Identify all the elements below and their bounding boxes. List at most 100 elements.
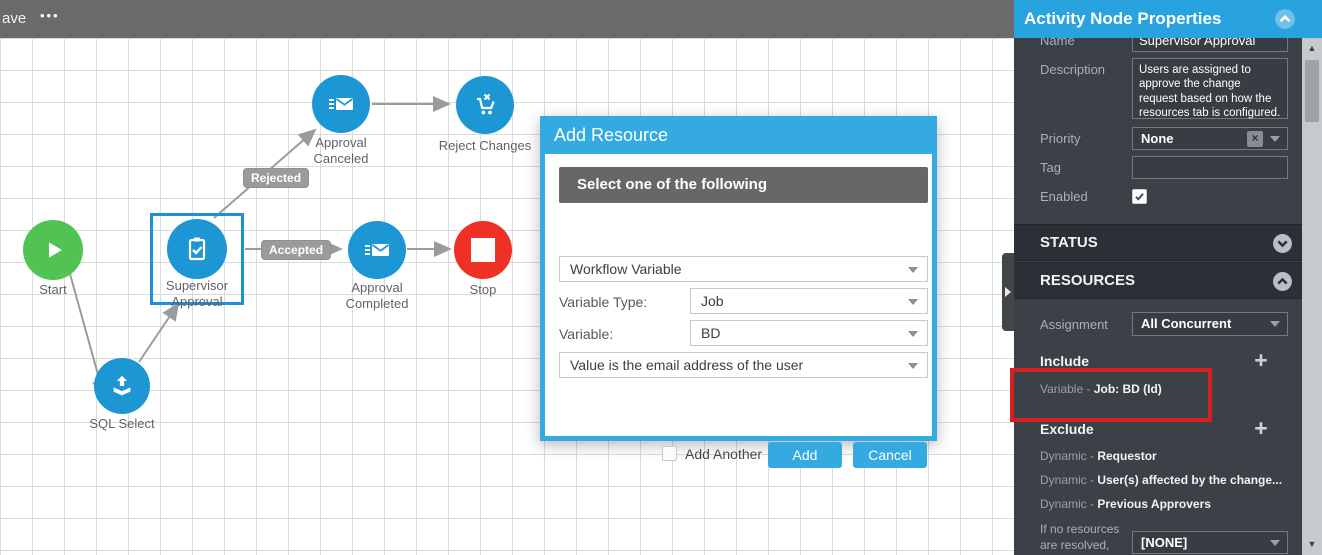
variable-label: Variable:	[559, 326, 613, 342]
exclude-item[interactable]: Dynamic - Requestor	[1040, 449, 1157, 463]
status-section-title: STATUS	[1040, 225, 1098, 261]
add-resource-dialog: Add Resource Select one of the following…	[540, 116, 937, 441]
include-item[interactable]: Variable - Job: BD (Id)	[1040, 382, 1162, 396]
edge-sqlselect-to-supervisor[interactable]	[139, 304, 178, 362]
node-label-supervisor-approval: Supervisor Approval	[152, 278, 242, 311]
dialog-body: Select one of the following Workflow Var…	[545, 154, 932, 436]
chevron-up-circle-icon[interactable]	[1272, 271, 1293, 292]
exclude-item-value: Previous Approvers	[1097, 497, 1211, 511]
node-approval-canceled[interactable]	[312, 75, 370, 133]
node-label-stop: Stop	[456, 282, 510, 298]
panel-collapse-handle[interactable]	[1002, 253, 1014, 331]
data-extract-icon	[108, 372, 136, 400]
resources-section-title: RESOURCES	[1040, 263, 1135, 299]
node-label-start: Start	[23, 282, 83, 298]
edge-label-rejected[interactable]: Rejected	[243, 168, 309, 188]
node-stop[interactable]	[454, 221, 512, 279]
panel-title: Activity Node Properties	[1024, 0, 1221, 38]
exclude-item-value: User(s) affected by the change...	[1097, 473, 1282, 487]
node-supervisor-approval[interactable]	[167, 219, 227, 279]
assignment-select[interactable]: All Concurrent	[1132, 312, 1288, 336]
enabled-label: Enabled	[1040, 189, 1088, 204]
play-icon	[38, 235, 68, 265]
add-another-checkbox[interactable]	[662, 446, 677, 461]
fallback-select[interactable]: [NONE]	[1132, 531, 1288, 554]
node-label-reject-changes: Reject Changes	[435, 138, 535, 154]
clear-icon[interactable]: ×	[1247, 131, 1263, 147]
add-button[interactable]: Add	[768, 442, 842, 468]
variable-type-label: Variable Type:	[559, 294, 647, 310]
section-resources[interactable]: RESOURCES	[1014, 262, 1305, 299]
send-email-icon	[362, 235, 392, 265]
node-sql-select[interactable]	[94, 358, 150, 414]
value-mapping-value: Value is the email address of the user	[570, 357, 803, 373]
chevron-down-icon	[1270, 540, 1280, 546]
chevron-down-icon	[1270, 321, 1280, 327]
priority-value: None	[1141, 131, 1174, 146]
chevron-down-icon	[908, 363, 918, 369]
stop-square-icon	[471, 238, 495, 262]
chevron-down-icon	[908, 299, 918, 305]
add-another-label: Add Another	[685, 446, 762, 462]
priority-label: Priority	[1040, 131, 1080, 146]
send-email-icon	[326, 89, 356, 119]
description-textarea[interactable]: Users are assigned to approve the change…	[1132, 58, 1288, 119]
chevron-down-icon	[1270, 136, 1280, 142]
variable-select[interactable]: BD	[690, 320, 928, 346]
exclude-item-value: Requestor	[1097, 449, 1156, 463]
panel-scrollbar[interactable]: ▲ ▼	[1302, 38, 1322, 555]
exclude-item[interactable]: Dynamic - User(s) affected by the change…	[1040, 473, 1282, 487]
include-group-label: Include	[1040, 353, 1089, 369]
clipboard-check-icon	[182, 234, 212, 264]
tag-label: Tag	[1040, 160, 1061, 175]
cancel-button[interactable]: Cancel	[853, 442, 927, 468]
panel-header: Activity Node Properties	[1014, 0, 1322, 38]
tag-input[interactable]	[1132, 156, 1288, 179]
exclude-add-icon[interactable]: +	[1250, 418, 1272, 438]
scrollbar-thumb[interactable]	[1305, 60, 1319, 122]
include-item-prefix: Variable -	[1040, 382, 1094, 396]
fallback-label: If no resources are resolved, assign	[1040, 522, 1135, 555]
chevron-down-icon	[908, 331, 918, 337]
checkmark-icon	[1134, 191, 1145, 202]
description-label: Description	[1040, 62, 1105, 77]
node-label-approval-canceled: Approval Canceled	[301, 135, 381, 168]
save-button[interactable]: ave	[2, 10, 26, 27]
node-label-sql-select: SQL Select	[82, 416, 162, 432]
top-toolbar: ave •••	[0, 0, 1014, 38]
exclude-item-prefix: Dynamic -	[1040, 497, 1097, 511]
chevron-down-circle-icon[interactable]	[1272, 233, 1293, 254]
value-mapping-select[interactable]: Value is the email address of the user	[559, 352, 928, 378]
overflow-menu-icon[interactable]: •••	[40, 8, 60, 23]
node-start[interactable]	[23, 220, 83, 280]
variable-type-select[interactable]: Job	[690, 288, 928, 314]
resource-type-value: Workflow Variable	[570, 261, 682, 277]
exclude-item[interactable]: Dynamic - Previous Approvers	[1040, 497, 1211, 511]
scroll-down-icon[interactable]: ▼	[1302, 536, 1322, 553]
enabled-checkbox[interactable]	[1132, 189, 1147, 204]
node-approval-completed[interactable]	[348, 221, 406, 279]
scroll-up-icon[interactable]: ▲	[1302, 40, 1322, 57]
dialog-instruction-banner: Select one of the following	[559, 167, 928, 203]
edge-label-accepted[interactable]: Accepted	[261, 240, 331, 260]
include-item-value: Job: BD (Id)	[1094, 382, 1162, 396]
variable-value: BD	[701, 325, 720, 341]
priority-select[interactable]: None ×	[1132, 127, 1288, 150]
workflow-designer-app: ave ••• Start	[0, 0, 1322, 555]
dialog-title: Add Resource	[554, 116, 668, 154]
node-reject-changes[interactable]	[456, 76, 514, 134]
variable-type-value: Job	[701, 293, 724, 309]
chevron-down-icon	[908, 267, 918, 273]
fallback-value: [NONE]	[1141, 535, 1187, 550]
resource-type-select[interactable]: Workflow Variable	[559, 256, 928, 282]
exclude-item-prefix: Dynamic -	[1040, 473, 1097, 487]
assignment-label: Assignment	[1040, 317, 1108, 332]
cart-x-icon	[470, 90, 500, 120]
section-status[interactable]: STATUS	[1014, 224, 1305, 261]
node-label-approval-completed: Approval Completed	[332, 280, 422, 313]
activity-node-properties-panel: Name Description Users are assigned to a…	[1014, 0, 1322, 555]
assignment-value: All Concurrent	[1141, 316, 1231, 331]
panel-collapse-chevron-up-icon[interactable]	[1274, 8, 1296, 30]
include-add-icon[interactable]: +	[1250, 350, 1272, 370]
exclude-group-label: Exclude	[1040, 421, 1094, 437]
